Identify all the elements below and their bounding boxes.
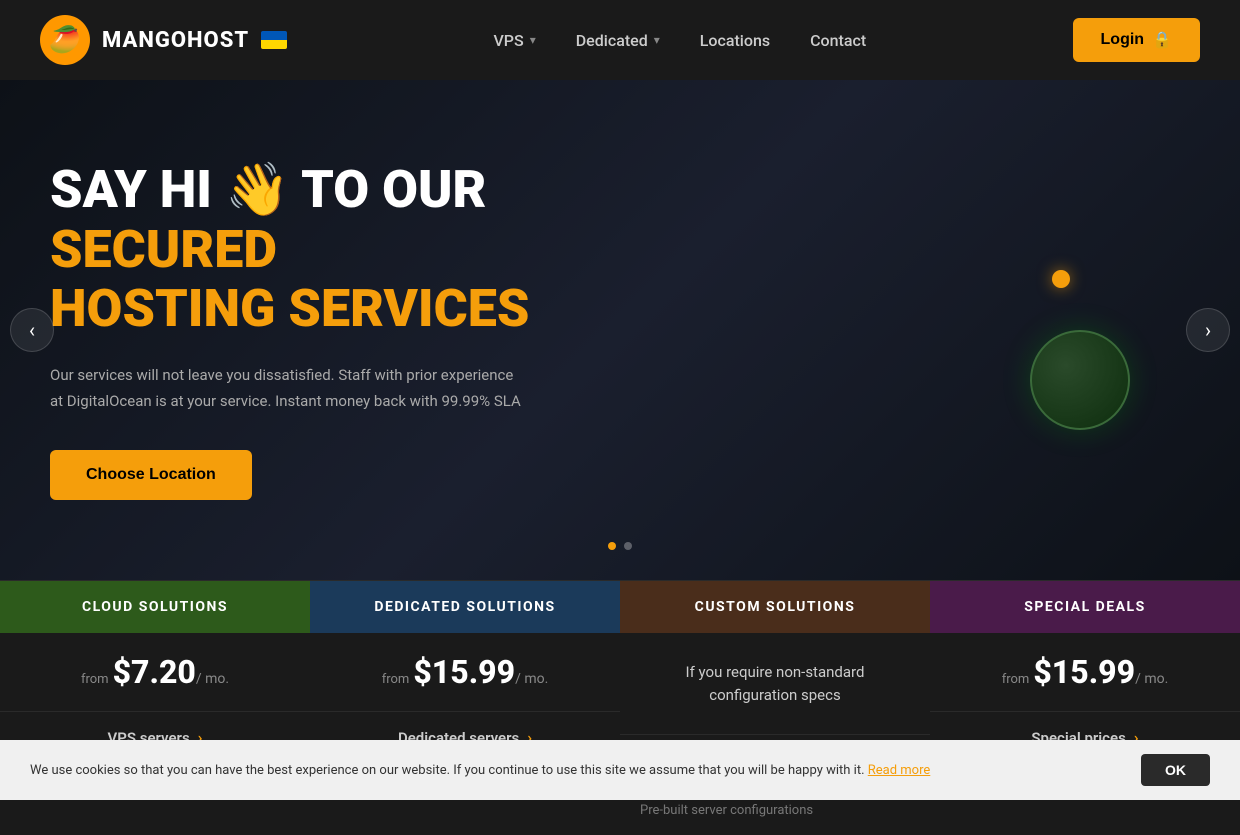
location-dot-icon (1052, 270, 1070, 288)
globe-graphic (960, 230, 1160, 430)
slider-dot-2[interactable] (624, 542, 632, 550)
cookie-read-more-link[interactable]: Read more (868, 763, 931, 778)
nav-locations[interactable]: Locations (700, 31, 770, 50)
choose-location-button[interactable]: Choose Location (50, 450, 252, 500)
navbar-brand: 🥭 MANGOHOST (40, 15, 287, 65)
special-card-price: from$15.99/ mo. (930, 633, 1240, 712)
dedicated-card-price: from$15.99/ mo. (310, 633, 620, 712)
hero-decoration (960, 230, 1160, 430)
custom-card-header: CUSTOM SOLUTIONS (620, 581, 930, 633)
cloud-card-header: CLOUD SOLUTIONS (0, 581, 310, 633)
slider-prev-button[interactable]: ‹ (10, 308, 54, 352)
hero-title: SAY HI 👋 TO OUR SECURED HOSTING SERVICES (50, 160, 650, 339)
cookie-banner: We use cookies so that you can have the … (0, 740, 1240, 800)
custom-card-body: If you require non-standard configuratio… (620, 633, 930, 735)
cookie-ok-button[interactable]: OK (1141, 754, 1210, 786)
navbar-nav: VPS ▾ Dedicated ▾ Locations Contact (493, 31, 866, 50)
hero-subtitle: Our services will not leave you dissatis… (50, 363, 530, 414)
chevron-down-icon: ▾ (530, 33, 536, 47)
hero-content: SAY HI 👋 TO OUR SECURED HOSTING SERVICES… (50, 160, 650, 500)
ukraine-flag-icon (261, 31, 287, 49)
globe-circle (1030, 330, 1130, 430)
slider-next-button[interactable]: › (1186, 308, 1230, 352)
logo-text: MANGOHOST (102, 28, 249, 53)
slider-dot-1[interactable] (608, 542, 616, 550)
dedicated-card-header: DEDICATED SOLUTIONS (310, 581, 620, 633)
nav-contact[interactable]: Contact (810, 31, 866, 50)
logo-icon: 🥭 (40, 15, 90, 65)
login-button[interactable]: Login 🔒 (1073, 18, 1200, 62)
nav-dedicated[interactable]: Dedicated ▾ (576, 31, 660, 50)
navbar: 🥭 MANGOHOST VPS ▾ Dedicated ▾ Locations … (0, 0, 1240, 80)
cookie-message: We use cookies so that you can have the … (30, 763, 1121, 778)
lock-icon: 🔒 (1152, 30, 1172, 50)
nav-vps[interactable]: VPS ▾ (493, 31, 535, 50)
chevron-down-icon: ▾ (654, 33, 660, 47)
special-card-header: SPECIAL DEALS (930, 581, 1240, 633)
hero-section: SAY HI 👋 TO OUR SECURED HOSTING SERVICES… (0, 80, 1240, 580)
slider-dots (608, 542, 632, 550)
cloud-card-price: from$7.20/ mo. (0, 633, 310, 712)
